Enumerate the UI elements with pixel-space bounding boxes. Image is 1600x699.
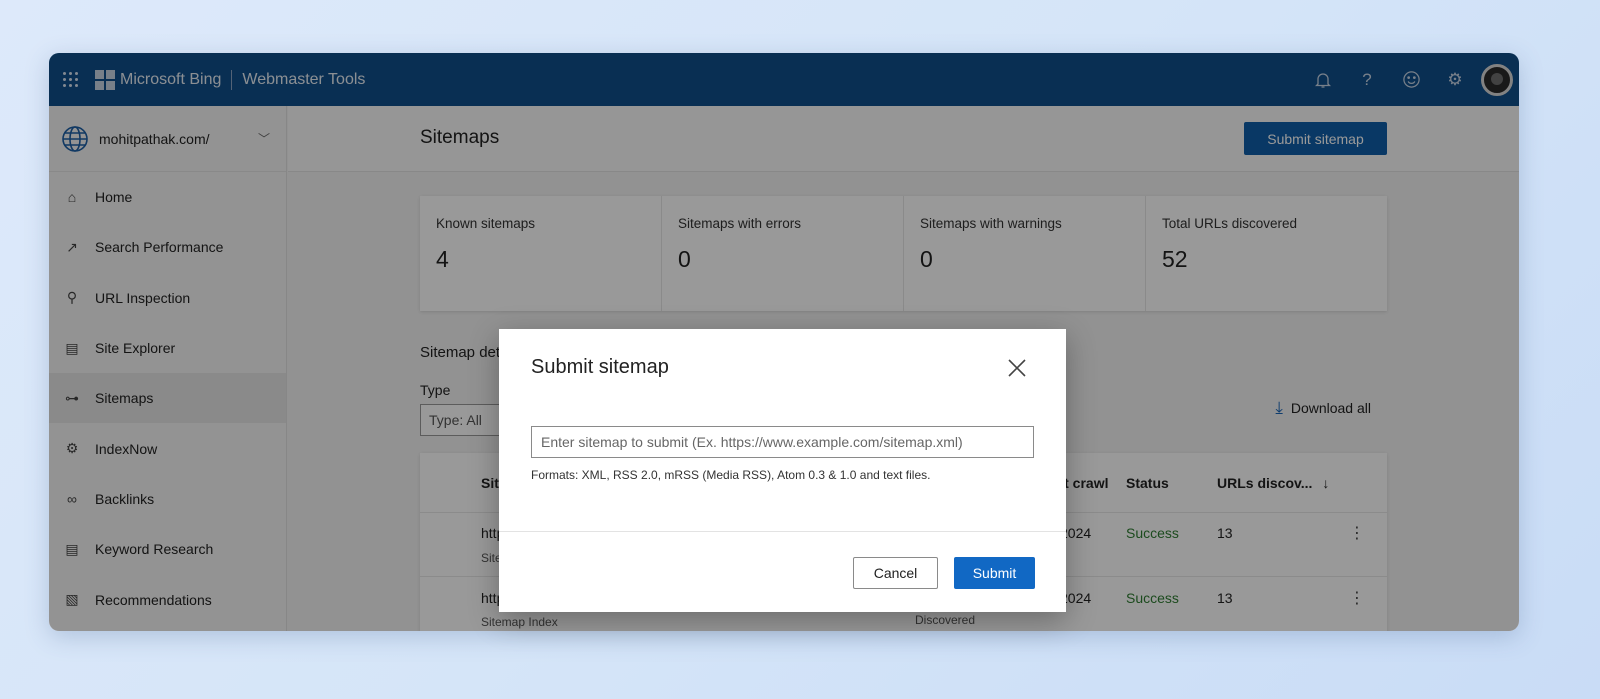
close-icon[interactable] bbox=[1006, 357, 1028, 379]
submit-sitemap-dialog: Submit sitemap Formats: XML, RSS 2.0, mR… bbox=[499, 329, 1066, 612]
submit-button[interactable]: Submit bbox=[954, 557, 1035, 589]
dialog-divider bbox=[499, 531, 1066, 532]
sitemap-url-input[interactable] bbox=[531, 426, 1034, 458]
dialog-title: Submit sitemap bbox=[531, 356, 669, 378]
formats-hint: Formats: XML, RSS 2.0, mRSS (Media RSS),… bbox=[531, 468, 931, 482]
cancel-button[interactable]: Cancel bbox=[853, 557, 938, 589]
